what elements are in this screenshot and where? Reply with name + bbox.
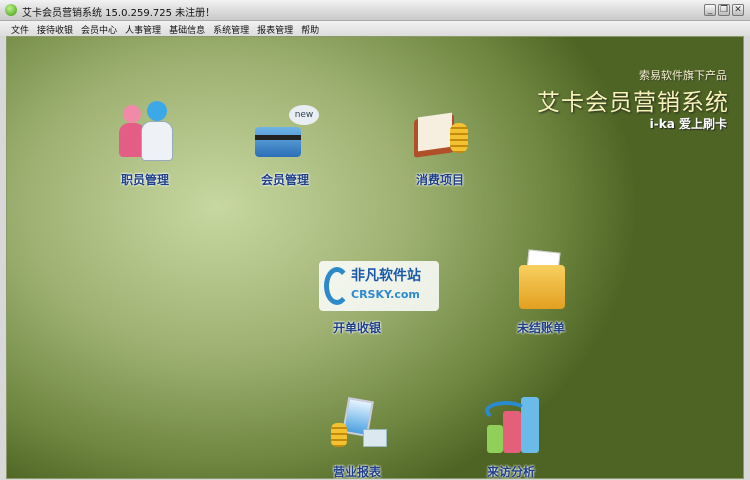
menu-system[interactable]: 系统管理 (210, 21, 254, 36)
watermark-text: 非凡软件站 (351, 268, 421, 284)
watermark-url: CRSKY.com (351, 288, 420, 301)
tile-visit-analysis[interactable]: 来访分析 (461, 393, 561, 480)
tile-consumption[interactable]: 消费项目 (390, 101, 490, 188)
tile-label: 会员管理 (260, 173, 309, 187)
app-icon (5, 4, 17, 16)
window-title: 艾卡会员营销系统 15.0.259.725 未注册！ (22, 8, 216, 19)
menu-bar: 文件 接待收银 会员中心 人事管理 基础信息 系统管理 报表管理 帮助 (0, 21, 750, 36)
tile-label: 消费项目 (415, 173, 464, 187)
restore-button[interactable]: ❐ (718, 4, 730, 16)
main-panel: 索易软件旗下产品 艾卡会员营销系统 i-ka 爱上刷卡 职员管理 new 会员管… (6, 36, 744, 479)
tile-label: 营业报表 (332, 465, 381, 479)
unsettled-bill-icon (509, 249, 573, 313)
new-badge: new (289, 105, 319, 125)
business-report-icon (325, 393, 389, 457)
brand-title: 艾卡会员营销系统 (537, 90, 729, 116)
title-bar: 艾卡会员营销系统 15.0.259.725 未注册！ _ ❐ ✕ (0, 0, 750, 21)
menu-member-center[interactable]: 会员中心 (78, 21, 122, 36)
brand-subtitle: 索易软件旗下产品 (639, 69, 727, 82)
menu-reports[interactable]: 报表管理 (254, 21, 298, 36)
tile-label: 来访分析 (486, 465, 535, 479)
tile-members[interactable]: new 会员管理 (235, 101, 335, 188)
menu-file[interactable]: 文件 (8, 21, 34, 36)
tile-label: 未结账单 (516, 321, 565, 335)
tile-label: 开单收银 (332, 321, 381, 335)
brand-slogan: i-ka 爱上刷卡 (649, 117, 727, 131)
menu-reception[interactable]: 接待收银 (34, 21, 78, 36)
menu-help[interactable]: 帮助 (298, 21, 324, 36)
member-card-icon: new (253, 101, 319, 165)
tile-label: 职员管理 (120, 173, 169, 187)
visit-analysis-icon (479, 393, 543, 457)
consumption-items-icon (408, 101, 472, 165)
tile-staff[interactable]: 职员管理 (95, 101, 195, 188)
watermark-logo-icon (324, 267, 350, 305)
menu-basic-info[interactable]: 基础信息 (166, 21, 210, 36)
close-button[interactable]: ✕ (732, 4, 744, 16)
watermark: 非凡软件站 CRSKY.com (319, 261, 439, 311)
menu-hr[interactable]: 人事管理 (122, 21, 166, 36)
tile-business-report[interactable]: 营业报表 (307, 393, 407, 480)
staff-icon (113, 101, 177, 165)
tile-unsettled[interactable]: 未结账单 (491, 249, 591, 336)
minimize-button[interactable]: _ (704, 4, 716, 16)
